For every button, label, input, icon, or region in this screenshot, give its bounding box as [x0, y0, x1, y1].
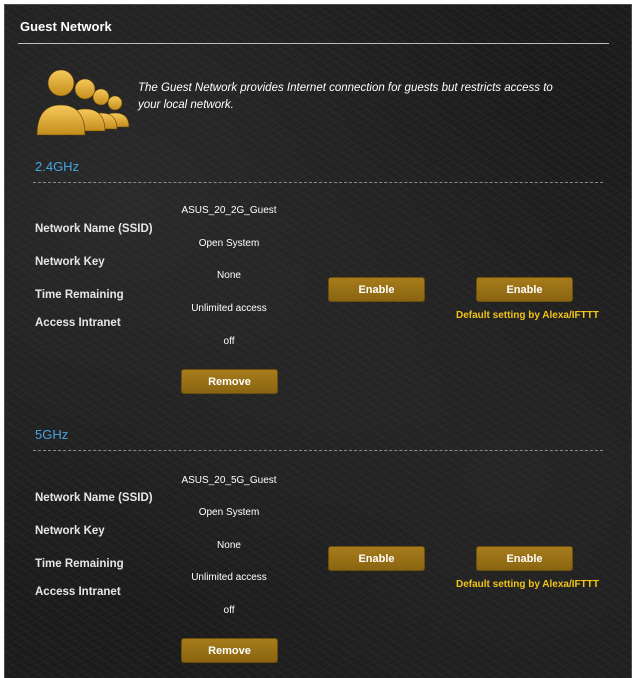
- label-network-name-2g: Network Name (SSID): [35, 223, 153, 235]
- ssid-value-5g: ASUS_20_5G_Guest: [181, 475, 277, 486]
- enable-alexa-button-5g[interactable]: Enable: [476, 546, 573, 571]
- band-title-5g: 5GHz: [35, 427, 69, 442]
- time-value-2g: Unlimited access: [191, 303, 267, 314]
- enable-alexa-button-2g[interactable]: Enable: [476, 277, 573, 302]
- guest-users-icon: [35, 65, 131, 137]
- remove-button-5g[interactable]: Remove: [181, 638, 278, 663]
- label-access-intranet-2g: Access Intranet: [35, 317, 121, 329]
- alexa-note-2g: Default setting by Alexa/IFTTT: [456, 310, 599, 321]
- remove-button-2g[interactable]: Remove: [181, 369, 278, 394]
- guest-network-panel: Guest Network The Guest Network provides…: [4, 4, 632, 678]
- band-title-2g: 2.4GHz: [35, 159, 80, 174]
- label-access-intranet-5g: Access Intranet: [35, 586, 121, 598]
- alexa-note-5g: Default setting by Alexa/IFTTT: [456, 579, 599, 590]
- intranet-value-5g: off: [223, 605, 235, 616]
- key-value-2g: None: [217, 270, 241, 281]
- key-value-5g: None: [217, 540, 241, 551]
- label-time-remaining-5g: Time Remaining: [35, 558, 124, 570]
- band-divider-5g: [33, 450, 603, 451]
- intranet-value-2g: off: [223, 336, 235, 347]
- label-time-remaining-2g: Time Remaining: [35, 289, 124, 301]
- label-network-key-2g: Network Key: [35, 256, 105, 268]
- auth-value-5g: Open System: [198, 507, 260, 518]
- page-description: The Guest Network provides Internet conn…: [138, 82, 553, 111]
- enable-button-2g[interactable]: Enable: [328, 277, 425, 302]
- ssid-value-2g: ASUS_20_2G_Guest: [181, 205, 277, 216]
- label-network-key-5g: Network Key: [35, 525, 105, 537]
- enable-button-5g[interactable]: Enable: [328, 546, 425, 571]
- label-network-name-5g: Network Name (SSID): [35, 492, 153, 504]
- time-value-5g: Unlimited access: [191, 572, 267, 583]
- band-divider-2g: [33, 182, 603, 183]
- page-title: Guest Network: [20, 19, 112, 34]
- auth-value-2g: Open System: [198, 238, 260, 249]
- title-divider: [18, 43, 609, 44]
